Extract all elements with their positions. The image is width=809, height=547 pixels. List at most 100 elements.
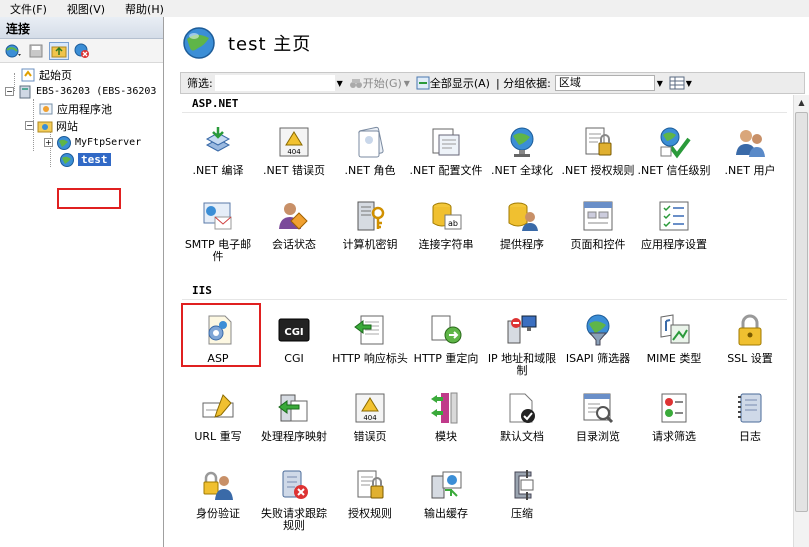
feature-label: .NET 配置文件 [409, 164, 483, 177]
feature-handler-mappings[interactable]: 处理程序映射 [256, 391, 332, 443]
feature-logging[interactable]: 日志 [712, 391, 788, 443]
svg-text:404: 404 [363, 414, 377, 422]
feature-failed-request-tracing[interactable]: 失败请求跟踪规则 [256, 468, 332, 532]
feature-net-trust-levels[interactable]: .NET 信任级别 [636, 125, 712, 177]
feature-authentication[interactable]: 身份验证 [180, 468, 256, 520]
up-level-button[interactable] [49, 41, 69, 60]
group-by-select[interactable]: 区域 [554, 75, 655, 91]
feature-net-compilation[interactable]: .NET 编译 [180, 125, 256, 177]
feature-cgi[interactable]: CGI CGI [256, 313, 332, 365]
error-404-icon: 404 [355, 393, 385, 423]
feature-providers[interactable]: 提供程序 [484, 199, 560, 251]
filter-input[interactable] [214, 75, 335, 91]
expand-toggle[interactable]: + [44, 138, 53, 147]
filter-dropdown-icon[interactable]: ▼ [335, 79, 345, 88]
start-page-icon [21, 68, 35, 81]
feature-app-settings[interactable]: 应用程序设置 [636, 199, 712, 251]
feature-machine-key[interactable]: 计算机密钥 [332, 199, 408, 251]
feature-output-caching[interactable]: 输出缓存 [408, 468, 484, 520]
feature-label: SMTP 电子邮件 [184, 238, 252, 263]
connection-strings-icon: ab [432, 202, 462, 230]
vertical-scrollbar[interactable]: ▲ [793, 95, 809, 547]
feature-default-document[interactable]: 默认文档 [484, 391, 560, 443]
view-toggle-button[interactable]: ▼ [669, 76, 693, 90]
feature-url-rewrite[interactable]: URL 重写 [180, 391, 256, 443]
view-dropdown-icon[interactable]: ▼ [685, 79, 693, 88]
go-dropdown-icon[interactable]: ▼ [402, 79, 412, 88]
tree-item-app-pools[interactable]: 应用程序池 [0, 100, 163, 117]
scroll-up-icon[interactable]: ▲ [794, 95, 809, 111]
feature-label: CGI [284, 352, 304, 365]
feature-http-response-headers[interactable]: HTTP 响应标头 [332, 313, 408, 365]
feature-directory-browsing[interactable]: 目录浏览 [560, 391, 636, 443]
feature-label: IP 地址和域限制 [487, 352, 557, 377]
feature-http-redirect[interactable]: HTTP 重定向 [408, 313, 484, 365]
feature-label: .NET 角色 [344, 164, 396, 177]
tree-item-start-page[interactable]: 起始页 [0, 66, 163, 83]
feature-compression[interactable]: 压缩 [484, 468, 560, 520]
feature-label: 输出缓存 [424, 507, 468, 520]
scroll-thumb[interactable] [795, 112, 808, 512]
svg-text:CGI: CGI [284, 327, 303, 338]
tree-item-site-myftpserver[interactable]: + MyFtpServer [0, 134, 163, 151]
save-button[interactable] [26, 42, 46, 60]
session-state-icon [279, 203, 308, 230]
feature-label: 授权规则 [348, 507, 392, 520]
tree-label: 网站 [56, 119, 78, 133]
feature-session-state[interactable]: 会话状态 [256, 199, 332, 251]
feature-net-globalization[interactable]: .NET 全球化 [484, 125, 560, 177]
group-by-dropdown-icon[interactable]: ▼ [655, 79, 665, 88]
feature-isapi-filters[interactable]: ISAPI 筛选器 [560, 313, 636, 365]
feature-label: 失败请求跟踪规则 [261, 507, 327, 532]
globe-icon [60, 152, 74, 167]
feature-label: HTTP 重定向 [413, 352, 479, 365]
collapse-toggle[interactable]: − [25, 121, 34, 130]
feature-net-roles[interactable]: .NET 角色 [332, 125, 408, 177]
menu-help[interactable]: 帮助(H) [125, 1, 164, 17]
feature-modules[interactable]: 模块 [408, 391, 484, 443]
feature-net-authorization[interactable]: .NET 授权规则 [560, 125, 636, 177]
tree-item-server[interactable]: − EBS-36203 (EBS-36203 [0, 83, 163, 100]
feature-label: 提供程序 [500, 238, 544, 251]
feature-ip-domain-restrictions[interactable]: IP 地址和域限制 [484, 313, 560, 377]
server-icon [19, 85, 31, 98]
feature-request-filtering[interactable]: 请求筛选 [636, 391, 712, 443]
feature-label: .NET 错误页 [263, 164, 325, 177]
feature-net-profile[interactable]: .NET 配置文件 [408, 125, 484, 177]
show-all-button[interactable]: 全部显示(A) [416, 75, 490, 91]
collapse-toggle[interactable]: − [5, 87, 14, 96]
isapi-filter-icon [586, 314, 610, 346]
pages-controls-icon [583, 201, 613, 231]
feature-label: MIME 类型 [646, 352, 702, 365]
tree-item-site-test[interactable]: test [0, 151, 163, 168]
connect-button[interactable] [3, 42, 23, 60]
response-headers-icon [354, 315, 384, 345]
feature-net-error-pages[interactable]: 404 .NET 错误页 [256, 125, 332, 177]
feature-error-pages[interactable]: 404 错误页 [332, 391, 408, 443]
feature-ssl-settings[interactable]: SSL 设置 [712, 313, 788, 365]
feature-mime-types[interactable]: MIME 类型 [636, 313, 712, 365]
tree-label-selected: test [78, 153, 111, 166]
feature-pages-controls[interactable]: 页面和控件 [560, 199, 636, 251]
globe-icon [57, 135, 71, 150]
features-pane: test 主页 筛选: ▼ 开始(G) ▼ 全部显示(A) | 分组依据: 区域… [170, 17, 809, 547]
go-button[interactable]: 开始(G) [349, 75, 402, 91]
go-label: 开始(G) [362, 77, 402, 90]
menu-file[interactable]: 文件(F) [10, 1, 47, 17]
feature-label: 会话状态 [272, 238, 316, 251]
menu-view[interactable]: 视图(V) [67, 1, 105, 17]
sites-folder-icon [37, 121, 53, 132]
globe-connect-icon [5, 44, 21, 57]
highlight-box [181, 303, 261, 367]
feature-label: 身份验证 [196, 507, 240, 520]
disconnect-button[interactable] [72, 42, 92, 60]
feature-connection-strings[interactable]: ab 连接字符串 [408, 199, 484, 251]
highlight-box [57, 188, 121, 209]
connections-pane: 连接 起始页 − EBS-36203 (EBS-36203 应用程序池 − 网站… [0, 17, 164, 547]
feature-label: 页面和控件 [570, 238, 626, 251]
tree-item-sites[interactable]: − 网站 [0, 117, 163, 134]
feature-net-users[interactable]: .NET 用户 [712, 125, 788, 177]
feature-authorization-rules[interactable]: 授权规则 [332, 468, 408, 520]
feature-smtp-email[interactable]: SMTP 电子邮件 [180, 199, 256, 263]
trust-levels-icon [660, 127, 691, 159]
